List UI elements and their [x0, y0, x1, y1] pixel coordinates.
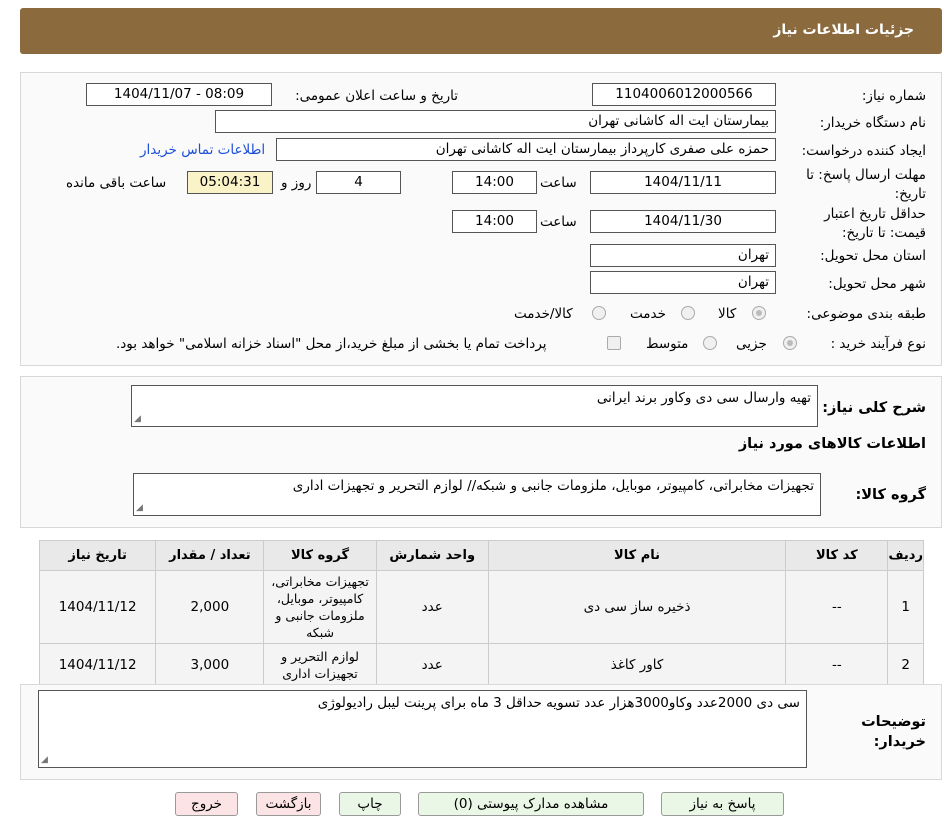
col-name: نام کالا: [487, 540, 787, 571]
announce-field: 1404/11/07 - 08:09: [86, 83, 272, 106]
notes-textarea: سی دی 2000عدد وکاو3000هزار عدد تسویه حدا…: [38, 690, 807, 768]
cell-name: کاور کاغذ: [487, 643, 787, 686]
summary-label: شرح کلی نیاز:: [822, 400, 926, 416]
remaining-time-field: 05:04:31: [187, 171, 273, 194]
group-text: تجهیزات مخابراتی، کامپیوتر، موبایل، ملزو…: [292, 478, 814, 494]
back-button[interactable]: بازگشت: [256, 792, 321, 816]
col-unit: واحد شمارش: [375, 540, 489, 571]
cell-row: 1: [887, 570, 924, 644]
category-goods-label: کالا: [718, 306, 737, 322]
validity-time-label: ساعت: [540, 214, 577, 230]
cell-group: تجهیزات مخابراتی، کامپیوتر، موبایل، ملزو…: [263, 570, 377, 644]
treasury-checkbox[interactable]: [607, 336, 621, 350]
group-label: گروه کالا:: [855, 487, 926, 503]
announce-label: تاریخ و ساعت اعلان عمومی:: [295, 88, 458, 104]
buyer-org-label: نام دستگاه خریدار:: [819, 115, 926, 131]
category-both-radio[interactable]: [592, 306, 606, 320]
summary-text: تهیه وارسال سی دی وکاور برند ایرانی: [596, 390, 811, 406]
page-title: جزئیات اطلاعات نیاز: [773, 22, 914, 38]
table-row: 2 -- کاور کاغذ عدد لوازم التحریر و تجهیز…: [38, 643, 924, 686]
city-field: تهران: [590, 271, 776, 294]
category-label: طبقه بندی موضوعی:: [806, 306, 926, 322]
validity-date-field: 1404/11/30: [590, 210, 776, 233]
deadline-time-field: 14:00: [452, 171, 537, 194]
group-textarea: تجهیزات مخابراتی، کامپیوتر، موبایل، ملزو…: [133, 473, 821, 516]
cell-code: --: [785, 570, 889, 644]
days-field: 4: [316, 171, 401, 194]
col-date: تاریخ نیاز: [38, 540, 157, 571]
print-button[interactable]: چاپ: [339, 792, 401, 816]
page-header: جزئیات اطلاعات نیاز: [20, 8, 942, 54]
notes-text: سی دی 2000عدد وکاو3000هزار عدد تسویه حدا…: [317, 695, 800, 711]
notes-label: توضیحات خریدار:: [861, 714, 926, 750]
process-minor-label: جزیی: [736, 336, 767, 352]
reply-button[interactable]: پاسخ به نیاز: [661, 792, 784, 816]
cell-date: 1404/11/12: [38, 570, 157, 644]
col-row: ردیف: [887, 540, 924, 571]
days-label: روز و: [281, 175, 312, 191]
goods-info-title: اطلاعات کالاهای مورد نیاز: [738, 436, 926, 452]
cell-unit: عدد: [375, 643, 489, 686]
need-number-label: شماره نیاز:: [861, 88, 926, 104]
col-qty: تعداد / مقدار: [155, 540, 265, 571]
category-goods-radio[interactable]: [752, 306, 766, 320]
table-header-row: ردیف کد کالا نام کالا واحد شمارش گروه کا…: [38, 540, 924, 571]
resize-grip-icon[interactable]: ◢: [134, 414, 141, 424]
exit-button[interactable]: خروج: [175, 792, 238, 816]
cell-date: 1404/11/12: [38, 643, 157, 686]
validity-label: حداقل تاریخ اعتبار قیمت: تا تاریخ:: [824, 206, 926, 241]
category-service-label: خدمت: [630, 306, 666, 322]
deadline-time-label: ساعت: [540, 175, 577, 191]
cell-group: لوازم التحریر و تجهیزات اداری: [263, 643, 377, 686]
buyer-org-field: بیمارستان ایت اله کاشانی تهران: [215, 110, 776, 133]
deadline-label: مهلت ارسال پاسخ: تا تاریخ:: [806, 167, 926, 202]
process-label: نوع فرآیند خرید :: [830, 336, 926, 352]
resize-grip-icon[interactable]: ◢: [41, 755, 48, 765]
need-number-field: 1104006012000566: [592, 83, 776, 106]
province-field: تهران: [590, 244, 776, 267]
deadline-date-field: 1404/11/11: [590, 171, 776, 194]
cell-name: ذخیره ساز سی دی: [487, 570, 787, 644]
table-row: 1 -- ذخیره ساز سی دی عدد تجهیزات مخابرات…: [38, 570, 924, 644]
cell-unit: عدد: [375, 570, 489, 644]
requester-label: ایجاد کننده درخواست:: [801, 143, 926, 159]
process-medium-label: متوسط: [646, 336, 689, 352]
buyer-contact-link[interactable]: اطلاعات تماس خریدار: [140, 142, 265, 158]
summary-textarea: تهیه وارسال سی دی وکاور برند ایرانی ◢: [131, 385, 818, 427]
category-both-label: کالا/خدمت: [514, 306, 573, 322]
col-code: کد کالا: [785, 540, 889, 571]
attachments-button[interactable]: مشاهده مدارک پیوستی (0): [418, 792, 644, 816]
province-label: استان محل تحویل:: [820, 248, 926, 264]
process-minor-radio[interactable]: [783, 336, 797, 350]
category-service-radio[interactable]: [681, 306, 695, 320]
process-medium-radio[interactable]: [703, 336, 717, 350]
city-label: شهر محل تحویل:: [828, 276, 926, 292]
cell-code: --: [785, 643, 889, 686]
requester-field: حمزه علی صفری کارپرداز بیمارستان ایت اله…: [276, 138, 776, 161]
cell-qty: 2,000: [155, 570, 265, 644]
validity-time-field: 14:00: [452, 210, 537, 233]
payment-note: پرداخت تمام یا بخشی از مبلغ خرید،از محل …: [116, 336, 547, 352]
col-group: گروه کالا: [263, 540, 377, 571]
items-table: ردیف کد کالا نام کالا واحد شمارش گروه کا…: [38, 540, 924, 686]
remaining-label: ساعت باقی مانده: [66, 175, 167, 191]
cell-row: 2: [887, 643, 924, 686]
resize-grip-icon[interactable]: ◢: [136, 503, 143, 513]
cell-qty: 3,000: [155, 643, 265, 686]
